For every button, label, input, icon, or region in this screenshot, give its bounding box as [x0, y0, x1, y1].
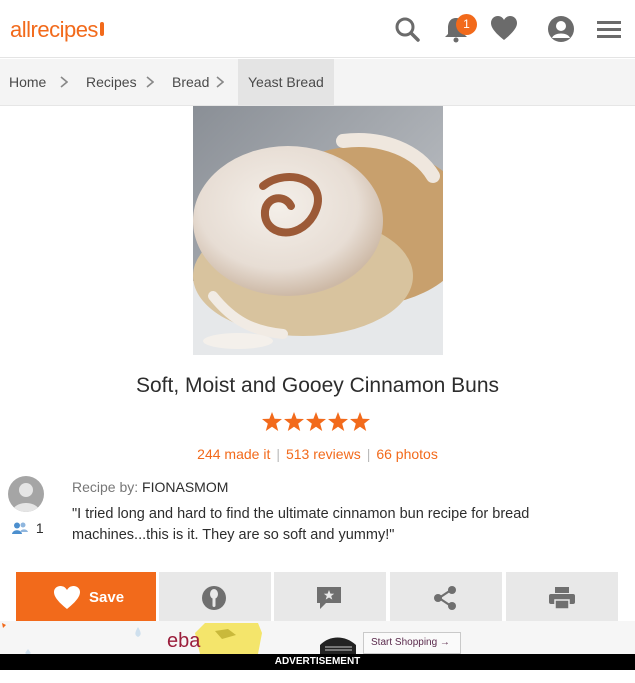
- recipe-stats: 244 made it | 513 reviews | 66 photos: [0, 446, 635, 462]
- breadcrumb-home[interactable]: Home: [9, 59, 46, 105]
- advertisement-banner[interactable]: eba Start Shopping →: [0, 621, 635, 654]
- allrecipes-logo[interactable]: allrecipes: [10, 17, 104, 43]
- breadcrumb: Home Recipes Bread Yeast Bread: [0, 59, 635, 106]
- heart-icon[interactable]: [490, 15, 518, 43]
- stats-divider: |: [276, 446, 280, 462]
- chevron-right-icon: [146, 76, 154, 88]
- recipe-title: Soft, Moist and Gooey Cinnamon Buns: [135, 374, 500, 397]
- save-label: Save: [89, 589, 125, 606]
- star-icon: [284, 412, 304, 431]
- save-button[interactable]: Save: [16, 572, 156, 622]
- reviews-link[interactable]: 513 reviews: [286, 446, 361, 462]
- review-button[interactable]: [274, 572, 386, 622]
- advertisement-label: ADVERTISEMENT: [0, 654, 635, 670]
- search-icon[interactable]: [393, 15, 421, 43]
- share-icon: [434, 586, 456, 610]
- chevron-right-icon: [216, 76, 224, 88]
- i-made-it-icon: [202, 586, 226, 610]
- recipe-by-label: Recipe by:: [72, 479, 139, 495]
- start-shopping-button[interactable]: Start Shopping →: [363, 632, 461, 654]
- breadcrumb-yeast-bread[interactable]: Yeast Bread: [238, 59, 334, 105]
- star-icon: [262, 412, 282, 431]
- author-name[interactable]: FIONASMOM: [142, 479, 228, 495]
- print-button[interactable]: [506, 572, 618, 622]
- logo-tick: [99, 22, 104, 36]
- recipe-by: Recipe by: FIONASMOM: [72, 479, 228, 495]
- star-icon: [306, 412, 326, 431]
- ad-artwork: [2, 623, 356, 654]
- chevron-right-icon: [60, 76, 68, 88]
- author-avatar[interactable]: [8, 476, 44, 512]
- followers-count[interactable]: 1: [12, 520, 44, 536]
- photos-link[interactable]: 66 photos: [376, 446, 438, 462]
- menu-icon[interactable]: [595, 15, 623, 43]
- rating-stars[interactable]: [261, 411, 371, 433]
- followers-number: 1: [35, 520, 44, 536]
- followers-icon: [12, 522, 28, 534]
- recipe-action-bar: Save: [0, 566, 635, 622]
- breadcrumb-recipes[interactable]: Recipes: [86, 59, 137, 105]
- author-block: 1 Recipe by: FIONASMOM "I tried long and…: [0, 464, 635, 562]
- user-avatar-icon[interactable]: [547, 15, 575, 43]
- breadcrumb-bread[interactable]: Bread: [172, 59, 209, 105]
- heart-icon: [54, 586, 80, 609]
- stats-divider: |: [366, 446, 371, 462]
- ad-brand: eba: [167, 630, 201, 652]
- print-icon: [549, 587, 575, 610]
- notification-badge: 1: [456, 14, 477, 35]
- share-button[interactable]: [390, 572, 502, 622]
- review-icon: [317, 587, 341, 609]
- star-icon: [350, 412, 370, 431]
- star-icon: [328, 412, 348, 431]
- recipe-description: "I tried long and hard to find the ultim…: [72, 506, 530, 543]
- recipe-photo[interactable]: [193, 106, 443, 355]
- default-avatar-icon: [12, 483, 40, 512]
- i-made-it-button[interactable]: [159, 572, 271, 622]
- page-bottom: [0, 670, 635, 683]
- top-bar: allrecipes 1: [0, 0, 635, 58]
- made-it-link[interactable]: 244 made it: [197, 446, 270, 462]
- cinnamon-bun-image: [193, 106, 443, 355]
